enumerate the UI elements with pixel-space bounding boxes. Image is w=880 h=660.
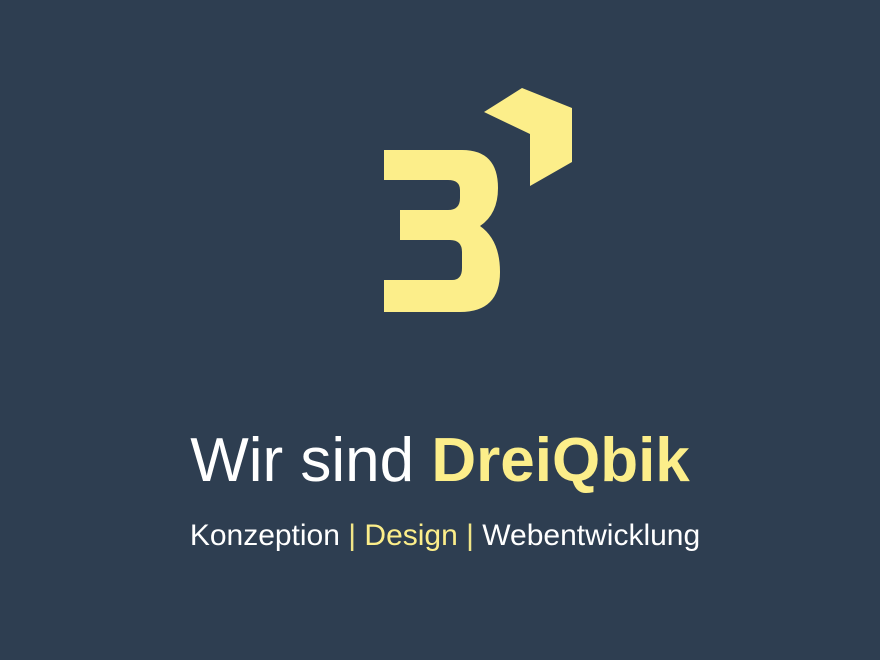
tagline-item-webentwicklung: Webentwicklung [482, 519, 701, 552]
tagline-item-design: Design [364, 519, 458, 552]
service-tagline: Konzeption | Design | Webentwicklung [0, 516, 880, 556]
dreiqbik-logo [380, 84, 580, 316]
headline-brand-name: DreiQbik [431, 426, 690, 495]
page-headline: Wir sind DreiQbik [0, 418, 880, 504]
tagline-item-konzeption: Konzeption [189, 519, 340, 552]
tagline-separator: | [457, 519, 483, 552]
logo-3-cube-icon [384, 88, 572, 312]
headline-prefix: Wir sind [190, 426, 432, 495]
logo-number-three [384, 150, 500, 312]
logo-cube-shape [484, 88, 572, 186]
tagline-separator: | [339, 519, 365, 552]
